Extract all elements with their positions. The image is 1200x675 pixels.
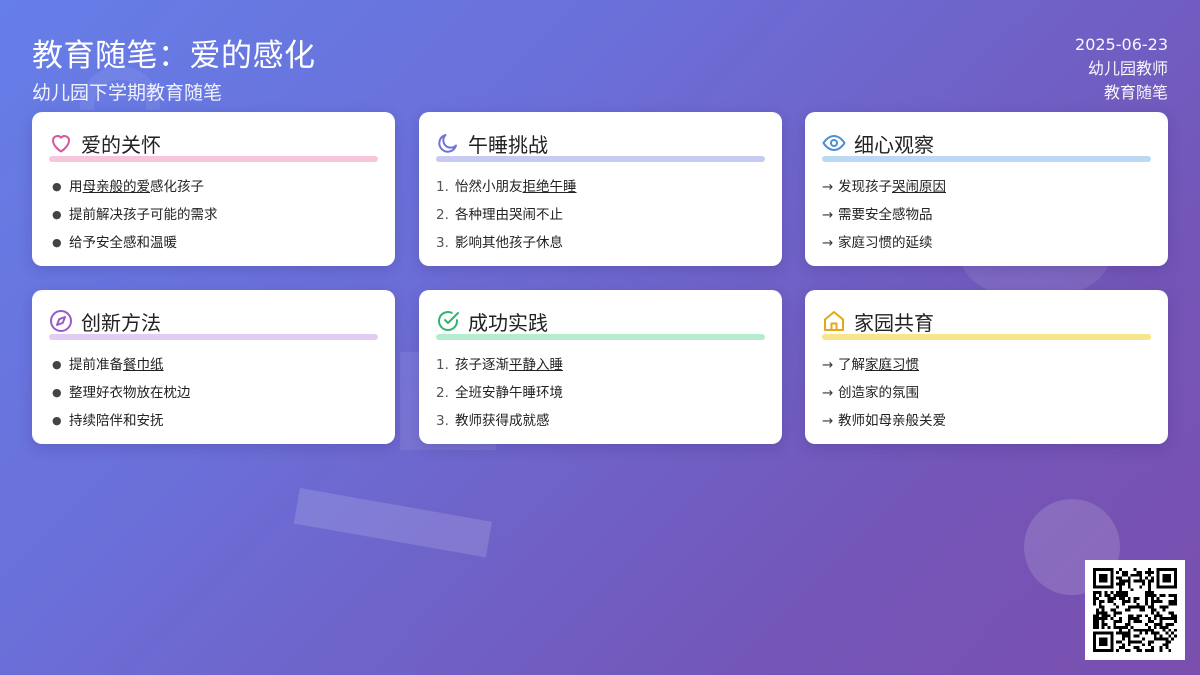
list-item: → 了解 家庭习惯 — [822, 357, 919, 373]
card-list: → 发现孩子 哭闹原因 → 需要安全感物品 → 家庭习惯的延续 — [822, 173, 1151, 257]
qr-code-icon — [1093, 568, 1177, 652]
list-item: 3. 影响其他孩子休息 — [436, 235, 563, 251]
card-title: 成功实践 — [468, 310, 548, 335]
card-title: 爱的关怀 — [81, 132, 161, 157]
list-item: ● 用母亲般的爱 感化孩子 — [52, 179, 204, 195]
card-list: 1. 孩子逐渐 平静入睡 2. 全班安静午睡环境 3. 教师获得成就感 — [436, 351, 765, 435]
list-item: ● 提前准备 餐巾纸 — [52, 357, 164, 373]
card-list: ● 提前准备 餐巾纸 ● 整理好衣物放在枕边 ● 持续陪伴和安抚 — [49, 351, 378, 435]
heart-icon — [52, 135, 70, 153]
card-home-school: 家园共育 → 了解 家庭习惯 → 创造家的氛围 → 教师如母亲般关爱 — [805, 290, 1168, 444]
page-title: 教育随笔：爱的感化 — [32, 38, 316, 74]
page-subtitle: 幼儿园下学期教育随笔 — [32, 82, 223, 104]
check-circle-icon — [438, 311, 459, 331]
list-item: 1. 孩子逐渐 平静入睡 — [436, 357, 563, 373]
author-label: 幼儿园教师 — [1087, 59, 1168, 78]
list-item: → 家庭习惯的延续 — [822, 235, 933, 251]
compass-icon — [50, 310, 72, 332]
card-list: → 了解 家庭习惯 → 创造家的氛围 → 教师如母亲般关爱 — [822, 351, 1151, 435]
card-observation: 细心观察 → 发现孩子 哭闹原因 → 需要安全感物品 → 家庭习惯的延续 — [805, 112, 1168, 266]
card-title: 家园共育 — [854, 310, 934, 335]
list-item: 3. 教师获得成就感 — [436, 413, 550, 429]
list-item: 2. 各种理由哭闹不止 — [436, 207, 563, 223]
card-successful-practice: 成功实践 1. 孩子逐渐 平静入睡 2. 全班安静午睡环境 3. 教师获得成就感 — [419, 290, 782, 444]
card-title: 午睡挑战 — [468, 132, 548, 157]
list-item: → 创造家的氛围 — [822, 385, 919, 401]
list-item: 1. 怡然小朋友 拒绝午睡 — [436, 179, 577, 195]
category-label: 教育随笔 — [1103, 83, 1168, 102]
card-title: 细心观察 — [854, 132, 934, 157]
card-nap-challenge: 午睡挑战 1. 怡然小朋友 拒绝午睡 2. 各种理由哭闹不止 3. 影响其他孩子休息 — [419, 112, 782, 266]
list-item: → 需要安全感物品 — [822, 207, 933, 223]
list-item: ● 整理好衣物放在枕边 — [52, 385, 191, 401]
card-list: 1. 怡然小朋友 拒绝午睡 2. 各种理由哭闹不止 3. 影响其他孩子休息 — [436, 173, 765, 257]
card-list: ● 用母亲般的爱 感化孩子 ● 提前解决孩子可能的需求 ● 给予安全感和温暖 — [49, 173, 378, 257]
card-innovative-methods: 创新方法 ● 提前准备 餐巾纸 ● 整理好衣物放在枕边 ● 持续陪伴和安抚 — [32, 290, 395, 444]
card-love-care: 爱的关怀 ● 用母亲般的爱 感化孩子 ● 提前解决孩子可能的需求 ● 给予安全感和温暖 — [32, 112, 395, 266]
list-item: → 发现孩子 哭闹原因 — [822, 179, 946, 195]
home-icon — [824, 311, 844, 331]
list-item: 2. 全班安静午睡环境 — [436, 385, 563, 401]
list-item: ● 提前解决孩子可能的需求 — [52, 207, 218, 223]
background-decoration — [293, 488, 493, 558]
list-item: ● 持续陪伴和安抚 — [52, 413, 164, 429]
moon-icon — [438, 134, 457, 153]
list-item: ● 给予安全感和温暖 — [52, 235, 177, 251]
eye-icon — [822, 135, 846, 151]
qr-code[interactable] — [1085, 560, 1185, 660]
list-item: → 教师如母亲般关爱 — [822, 413, 946, 429]
date-label: 2025-06-23 — [1075, 35, 1168, 54]
card-title: 创新方法 — [81, 310, 161, 335]
page-meta: 2025-06-23 幼儿园教师 教育随笔 — [1075, 33, 1168, 105]
